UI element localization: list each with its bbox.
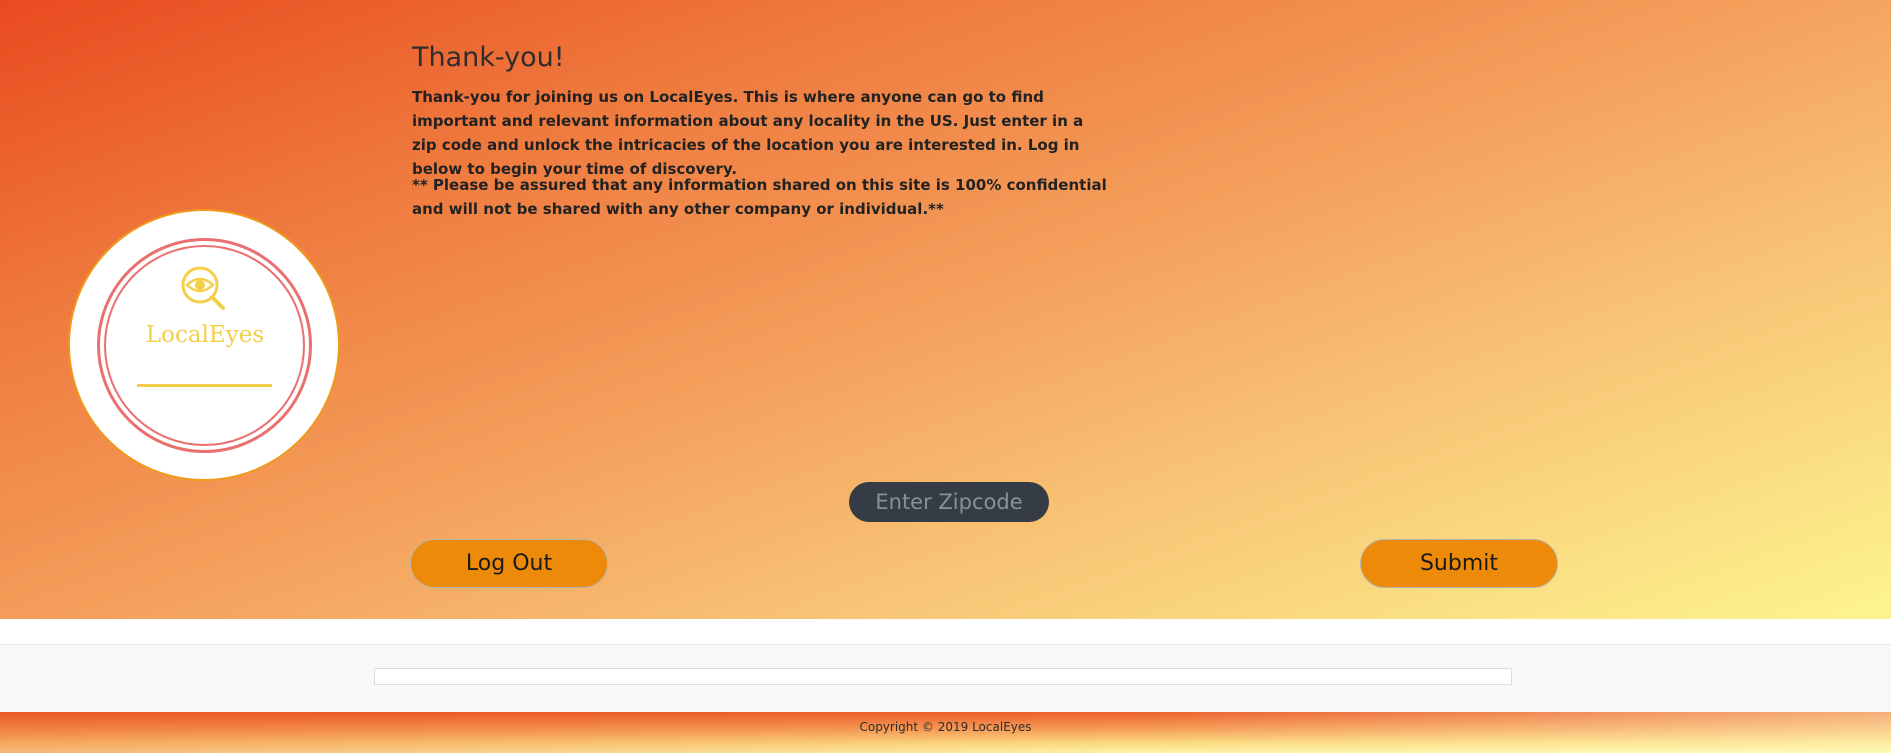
confidentiality-note: ** Please be assured that any informatio…	[412, 176, 1107, 218]
zipcode-input[interactable]	[849, 482, 1049, 522]
page-title: Thank-you!	[412, 42, 565, 73]
intro-paragraph: Thank-you for joining us on LocalEyes. T…	[412, 88, 1084, 178]
logo-underline	[137, 384, 272, 387]
eye-magnifier-icon	[181, 266, 225, 310]
submit-button[interactable]: Submit	[1360, 539, 1558, 588]
logout-button[interactable]: Log Out	[410, 539, 608, 588]
results-box	[374, 668, 1512, 685]
spacer-band	[0, 619, 1891, 645]
copyright-text: Copyright © 2019 LocalEyes	[859, 720, 1032, 734]
logo-text: LocalEyes	[145, 322, 265, 348]
